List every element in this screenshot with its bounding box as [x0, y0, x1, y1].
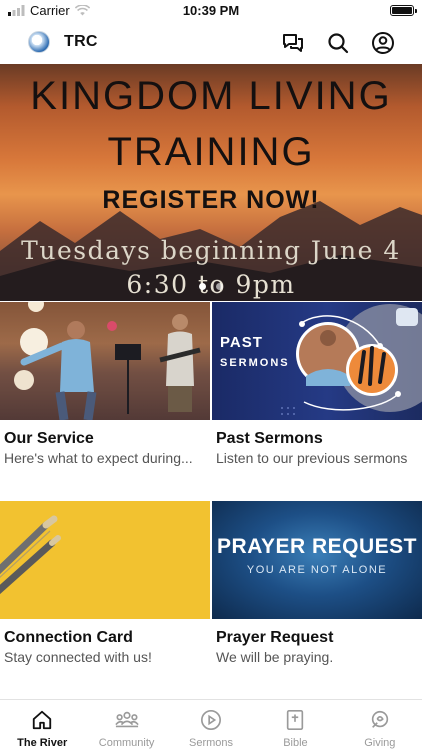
- tab-bible[interactable]: Bible: [253, 700, 337, 750]
- banner-line-2: TRAINING: [107, 130, 315, 174]
- card-title: Past Sermons: [216, 430, 323, 447]
- tab-community[interactable]: Community: [84, 700, 168, 750]
- home-icon: [30, 708, 54, 732]
- pencils-graphic: [0, 515, 61, 595]
- tab-label: Giving: [364, 737, 396, 749]
- pager-dot[interactable]: [199, 283, 206, 290]
- promo-banner[interactable]: KINGDOM LIVING TRAINING REGISTER NOW! Tu…: [0, 64, 422, 301]
- app-title: TRC: [64, 33, 98, 50]
- sermons-label: SERMONS: [220, 357, 290, 369]
- banner-line-4: Tuesdays beginning June 4: [21, 236, 401, 265]
- card-our-service[interactable]: Our Service Here's what to expect during…: [0, 302, 210, 466]
- card-title: Connection Card: [4, 629, 133, 646]
- card-connection-card[interactable]: Connection Card Stay connected with us!: [0, 501, 210, 665]
- past-label: PAST: [220, 334, 263, 351]
- status-bar: Carrier 10:39 PM: [0, 0, 422, 22]
- battery-tip: [415, 9, 417, 13]
- carousel-pager[interactable]: [0, 283, 422, 290]
- play-circle-icon: [199, 708, 223, 732]
- profile-button[interactable]: [370, 30, 396, 56]
- tab-the-river[interactable]: The River: [0, 700, 84, 750]
- tab-label: The River: [17, 737, 68, 749]
- prayer-request-tagline: YOU ARE NOT ALONE: [246, 564, 388, 576]
- church-logo[interactable]: [28, 31, 50, 53]
- banner-line-1: KINGDOM LIVING: [30, 74, 392, 118]
- card-past-sermons[interactable]: PAST SERMONS Past Sermons Listen to our …: [212, 302, 422, 466]
- search-icon: [328, 33, 349, 54]
- app-header: TRC: [0, 22, 422, 64]
- bible-icon: [283, 708, 307, 732]
- card-subtitle: Stay connected with us!: [4, 649, 152, 665]
- prayer-request-heading: PRAYER REQUEST: [217, 535, 417, 558]
- community-icon: [114, 708, 139, 732]
- card-title: Prayer Request: [216, 629, 334, 646]
- banner-line-3: REGISTER NOW!: [102, 186, 320, 214]
- card-prayer-request[interactable]: PRAYER REQUEST YOU ARE NOT ALONE Prayer …: [212, 501, 422, 665]
- messages-button[interactable]: [280, 30, 306, 56]
- prayer-request-image: PRAYER REQUEST YOU ARE NOT ALONE: [212, 501, 422, 619]
- card-title: Our Service: [4, 430, 94, 447]
- tab-label: Bible: [283, 737, 308, 749]
- status-time: 10:39 PM: [182, 3, 240, 18]
- card-subtitle: Listen to our previous sermons: [216, 450, 408, 466]
- our-service-image: [0, 302, 210, 420]
- card-subtitle: Here's what to expect during...: [4, 450, 193, 466]
- card-subtitle: We will be praying.: [216, 649, 334, 665]
- search-button[interactable]: [325, 30, 351, 56]
- tab-giving[interactable]: Giving: [338, 700, 422, 750]
- pager-dot[interactable]: [216, 283, 223, 290]
- tab-label: Sermons: [189, 737, 234, 749]
- giving-icon: [368, 708, 392, 732]
- account-icon: [372, 32, 394, 54]
- bottom-tab-bar: The River Community Sermons Bible Giving: [0, 699, 422, 750]
- tab-sermons[interactable]: Sermons: [169, 700, 253, 750]
- past-sermons-image: PAST SERMONS: [212, 302, 422, 420]
- worship-photo-illustration: [0, 302, 210, 420]
- connection-card-image: [0, 501, 210, 619]
- battery-icon: [390, 5, 414, 16]
- tab-label: Community: [98, 737, 155, 749]
- chat-icon: [283, 34, 303, 52]
